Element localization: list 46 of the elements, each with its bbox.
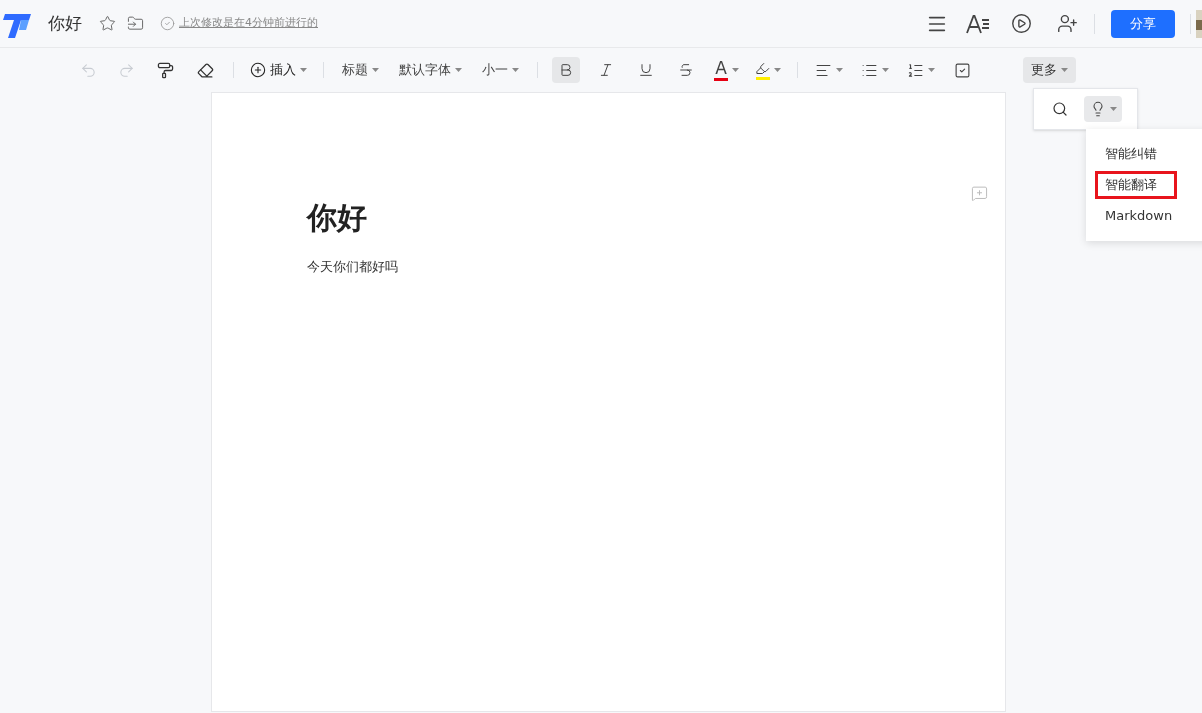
menu-item[interactable]: Markdown (1105, 205, 1173, 227)
caret-icon (372, 68, 379, 72)
document-heading: 你好 (306, 203, 368, 233)
italic-icon (598, 62, 614, 78)
play-icon[interactable] (1011, 13, 1032, 34)
caret-icon (512, 68, 519, 72)
add-user-icon[interactable] (1057, 13, 1078, 34)
share-button[interactable]: 分享 (1111, 9, 1175, 38)
document-title: 你好 (48, 11, 82, 35)
caret-icon (732, 68, 739, 72)
eraser-icon (196, 61, 214, 79)
underline-icon (638, 62, 654, 78)
dropdown-button[interactable]: 小一 (472, 56, 529, 84)
caret-icon (1109, 107, 1117, 111)
insert-button[interactable]: 插入 (242, 56, 315, 84)
redo-icon (117, 61, 135, 79)
caret-icon (1061, 68, 1068, 72)
bold-button[interactable] (552, 57, 580, 83)
more-button[interactable]: 更多 (1023, 57, 1076, 83)
search-icon[interactable] (1052, 101, 1068, 117)
strike-icon (678, 62, 694, 78)
undo-icon (79, 61, 97, 79)
paint-roller-icon (156, 61, 174, 79)
star-icon[interactable] (99, 15, 116, 32)
dropdown-button[interactable]: 默认字体 (389, 56, 472, 84)
menu-item[interactable]: 智能翻译 (1098, 174, 1174, 196)
font-color-button[interactable]: A (706, 56, 747, 84)
lightbulb-button[interactable] (1084, 96, 1122, 122)
menu-item[interactable]: 智能纠错 (1105, 143, 1157, 165)
document-paragraph: 今天你们都好吗 (306, 258, 399, 276)
caret-icon (774, 68, 781, 72)
plus-circle-icon (250, 62, 266, 78)
move-to-folder-icon[interactable] (127, 15, 144, 32)
caret-icon (455, 68, 462, 72)
text-style-icon[interactable] (966, 13, 990, 34)
save-status-link[interactable]: 上次修改是在4分钟前进行的 (179, 15, 318, 32)
caret-icon (882, 68, 889, 72)
check-circle-icon (160, 16, 175, 31)
caret-icon (836, 68, 843, 72)
highlighter-icon (755, 60, 770, 76)
checkbox-icon (954, 61, 971, 79)
bold-icon (558, 62, 574, 78)
dropdown-button[interactable]: 标题 (332, 56, 389, 84)
list-icon (907, 61, 924, 79)
caret-icon (300, 68, 307, 72)
caret-icon (928, 68, 935, 72)
